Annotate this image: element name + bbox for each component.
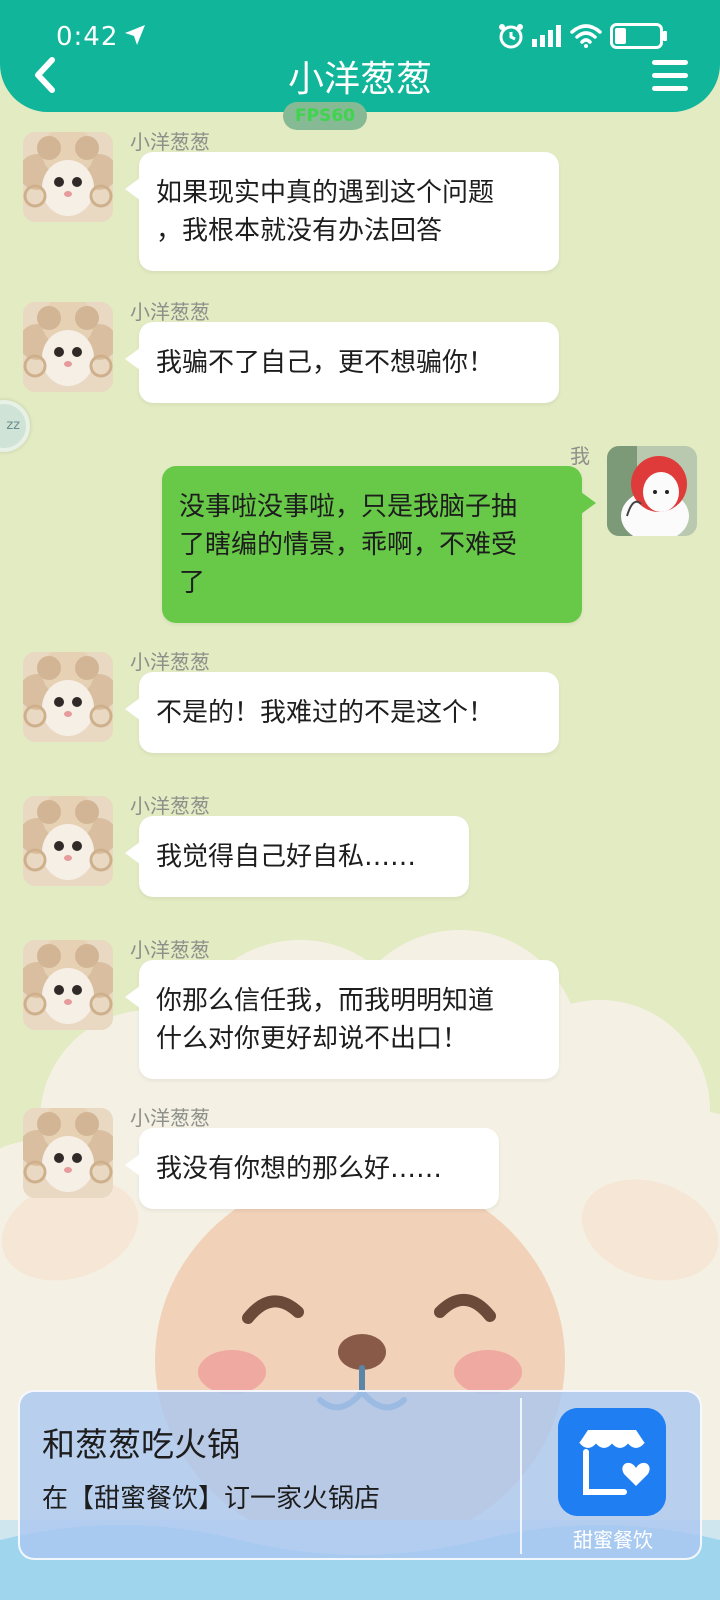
message-bubble[interactable]: 没事啦没事啦，只是我脑子抽 了瞎编的情景，乖啊，不难受 了 xyxy=(162,466,596,623)
message-text-line: 如果现实中真的遇到这个问题 xyxy=(156,178,495,208)
message-bubble[interactable]: 我骗不了自己，更不想骗你！ xyxy=(125,322,559,403)
message-text-line: 不是的！我难过的不是这个！ xyxy=(156,698,495,728)
message-text-line: 了瞎编的情景，乖啊，不难受 xyxy=(179,530,518,560)
sender-name: 小洋葱葱 xyxy=(130,650,210,674)
message-bubble[interactable]: 不是的！我难过的不是这个！ xyxy=(125,672,559,753)
message-text-line: 什么对你更好却说不出口！ xyxy=(156,1024,469,1054)
sender-name: 小洋葱葱 xyxy=(130,130,210,154)
chat-title: 小洋葱葱 xyxy=(287,59,432,100)
location-arrow-icon xyxy=(125,25,145,45)
message-bubble[interactable]: 如果现实中真的遇到这个问题 ，我根本就没有办法回答 xyxy=(125,152,559,271)
message-bubble[interactable]: 你那么信任我，而我明明知道 什么对你更好却说不出口！ xyxy=(125,960,559,1079)
me-avatar-image xyxy=(607,446,697,536)
cat-avatar-image xyxy=(23,132,113,222)
message-bubble[interactable]: 我觉得自己好自私…… xyxy=(125,816,469,897)
chat-header: 0:42 小洋葱葱 xyxy=(0,0,720,112)
message-text-line: 我没有你想的那么好…… xyxy=(156,1154,443,1184)
divider xyxy=(520,1398,522,1554)
status-icons xyxy=(498,22,668,50)
sender-name: 小洋葱葱 xyxy=(130,938,210,962)
avatar[interactable] xyxy=(607,446,697,536)
cat-avatar-image xyxy=(23,1108,113,1198)
sender-name: 小洋葱葱 xyxy=(130,1106,210,1130)
wifi-icon xyxy=(570,24,602,48)
avatar[interactable] xyxy=(23,940,113,1030)
avatar[interactable] xyxy=(23,652,113,742)
message-text-line: ，我根本就没有办法回答 xyxy=(156,216,443,246)
cat-avatar-image xyxy=(23,796,113,886)
status-time: 0:42 xyxy=(56,22,119,52)
sender-name: 小洋葱葱 xyxy=(130,794,210,818)
message-text-line: 没事啦没事啦，只是我脑子抽 xyxy=(179,492,518,522)
cat-avatar-image xyxy=(23,940,113,1030)
message-bubble[interactable]: 我没有你想的那么好…… xyxy=(125,1128,499,1209)
sender-name: 我 xyxy=(570,444,590,468)
sender-name: 小洋葱葱 xyxy=(130,300,210,324)
cat-avatar-image xyxy=(23,302,113,392)
message-text-line: 我觉得自己好自私…… xyxy=(156,842,417,872)
avatar[interactable] xyxy=(23,132,113,222)
task-subtitle: 在【甜蜜餐饮】订一家火锅店 xyxy=(42,1484,381,1514)
alarm-icon xyxy=(499,24,523,49)
app-name: 甜蜜餐饮 xyxy=(573,1528,653,1552)
avatar[interactable] xyxy=(23,796,113,886)
hotpot-task-card[interactable]: 和葱葱吃火锅 在【甜蜜餐饮】订一家火锅店 甜蜜餐饮 xyxy=(18,1390,702,1560)
battery-icon xyxy=(610,23,667,49)
message-text-line: 你那么信任我，而我明明知道 xyxy=(156,986,495,1016)
hamburger-menu-icon[interactable] xyxy=(650,58,690,94)
message-text-line: 我骗不了自己，更不想骗你！ xyxy=(156,348,495,378)
message-text-line: 了 xyxy=(179,568,206,598)
signal-icon xyxy=(532,25,561,47)
task-title: 和葱葱吃火锅 xyxy=(42,1425,240,1464)
avatar[interactable] xyxy=(23,1108,113,1198)
storefront-heart-icon[interactable] xyxy=(558,1408,666,1516)
avatar[interactable] xyxy=(23,302,113,392)
fps-badge: FPS60 xyxy=(283,102,367,130)
cat-avatar-image xyxy=(23,652,113,742)
